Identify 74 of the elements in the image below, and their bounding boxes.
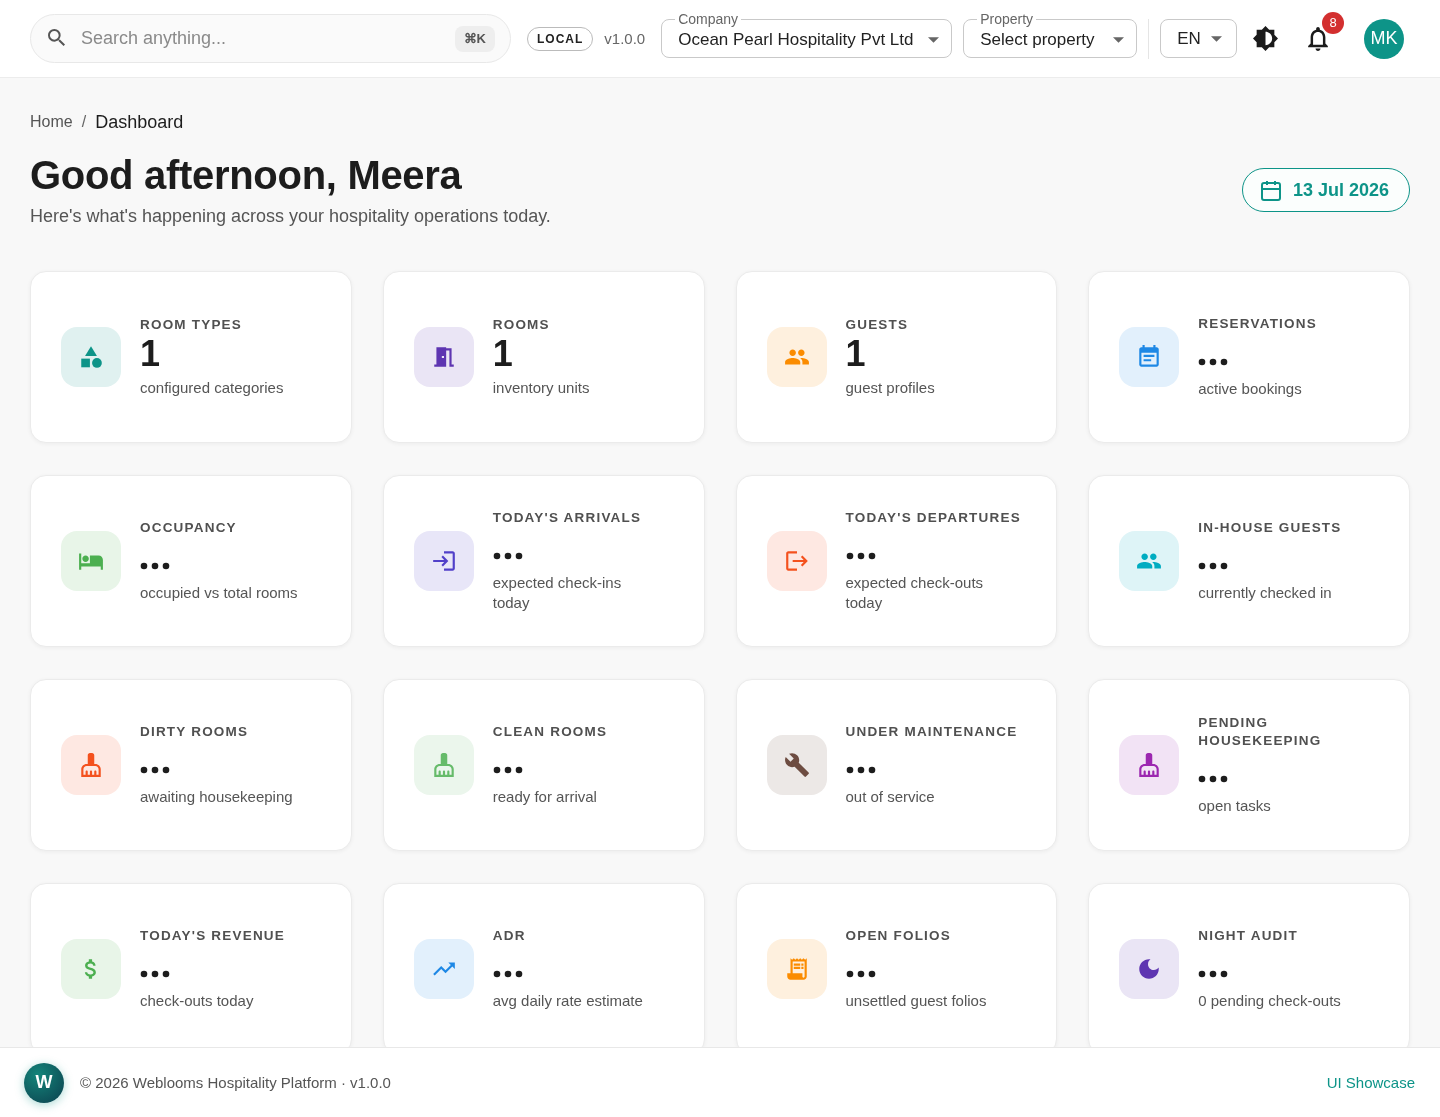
card-value: 1 [140,334,162,374]
card-label: DIRTY ROOMS [140,723,250,741]
trend-up-icon [413,939,474,999]
card-description: occupied vs total rooms [140,583,299,603]
calendar-icon [1119,327,1180,387]
wrench-icon [766,735,827,795]
card-label: ADR [492,927,527,945]
language-select[interactable]: EN [1160,19,1238,58]
card-description: avg daily rate estimate [492,991,644,1011]
card-label: TODAY'S ARRIVALS [492,509,643,527]
notification-badge: 8 [1322,11,1344,34]
card-value: 1 [845,334,867,374]
card-description: currently checked in [1198,583,1333,603]
broom-icon [61,735,121,795]
broom-icon [413,735,474,795]
property-select[interactable]: Property Select property [963,11,1138,58]
card-description: active bookings [1198,379,1303,399]
card-description: expected check-outs today [845,573,985,613]
logo[interactable]: W [24,1062,64,1103]
date-button[interactable]: 13 Jul 2026 [1241,168,1410,212]
shapes-icon [61,327,121,387]
card-value: 1 [492,334,514,374]
search-icon [48,29,66,47]
card-label: GUESTS [845,316,910,334]
moon-icon [1119,939,1180,999]
user-avatar[interactable]: MK [1364,18,1404,59]
card-label: RESERVATIONS [1198,315,1318,333]
breadcrumb-separator: / [81,113,87,131]
page-title: Good afternoon, Meera [30,152,463,199]
card-description: unsettled guest folios [845,991,988,1011]
breadcrumb-current: Dashboard [95,111,184,133]
receipt-icon [766,939,827,999]
card-description: awaiting housekeeping [140,787,294,807]
card-description: expected check-ins today [492,573,623,613]
card-label: IN-HOUSE GUESTS [1198,519,1343,537]
caret-icon [1113,37,1125,43]
card-description: out of service [845,787,936,807]
company-select[interactable]: Company Ocean Pearl Hospitality Pvt Ltd [661,11,953,58]
card-description: ready for arrival [492,787,598,807]
card-label: ROOM TYPES [140,316,243,334]
card-label: NIGHT AUDIT [1198,927,1299,945]
card-label: TODAY'S DEPARTURES [845,509,1022,527]
footer-link[interactable]: UI Showcase [1326,1074,1415,1091]
card-label: UNDER MAINTENANCE [845,723,1019,741]
door-icon [413,327,474,387]
people-icon [1119,531,1180,591]
card-description: 0 pending check-outs [1198,991,1342,1011]
bell-icon [1308,26,1328,51]
dollar-icon [61,939,121,999]
calendar-icon [1260,179,1281,201]
card-description: guest profiles [845,378,936,398]
version-label: v1.0.0 [604,30,646,47]
card-description: inventory units [492,378,591,398]
brightness-icon [1252,26,1278,51]
caret-icon [1210,35,1222,42]
caret-icon [928,37,940,43]
card-description: open tasks [1198,796,1272,816]
card-label: ROOMS [492,316,551,334]
broom-icon [1119,735,1180,795]
card-label: OCCUPANCY [140,519,238,537]
copyright-text: © 2026 Weblooms Hospitality Platform · v1.0.0 [80,1074,391,1091]
arrow-into-door-icon [413,531,474,591]
card-label: CLEAN ROOMS [492,723,609,741]
card-label: OPEN FOLIOS [845,927,952,945]
arrow-out-of-door-icon [766,531,827,591]
card-description: check-outs today [140,991,255,1011]
card-label: PENDING HOUSEKEEPING [1198,714,1323,750]
shortcut-hint: ⌘K [454,26,495,52]
people-icon [766,327,827,387]
card-description: configured categories [140,378,285,398]
breadcrumb-link[interactable]: Home [30,113,73,131]
page-subtitle: Here's what's happening across your hospitality operations today. [30,205,551,228]
bed-icon [61,531,121,591]
card-label: TODAY'S REVENUE [140,927,286,945]
